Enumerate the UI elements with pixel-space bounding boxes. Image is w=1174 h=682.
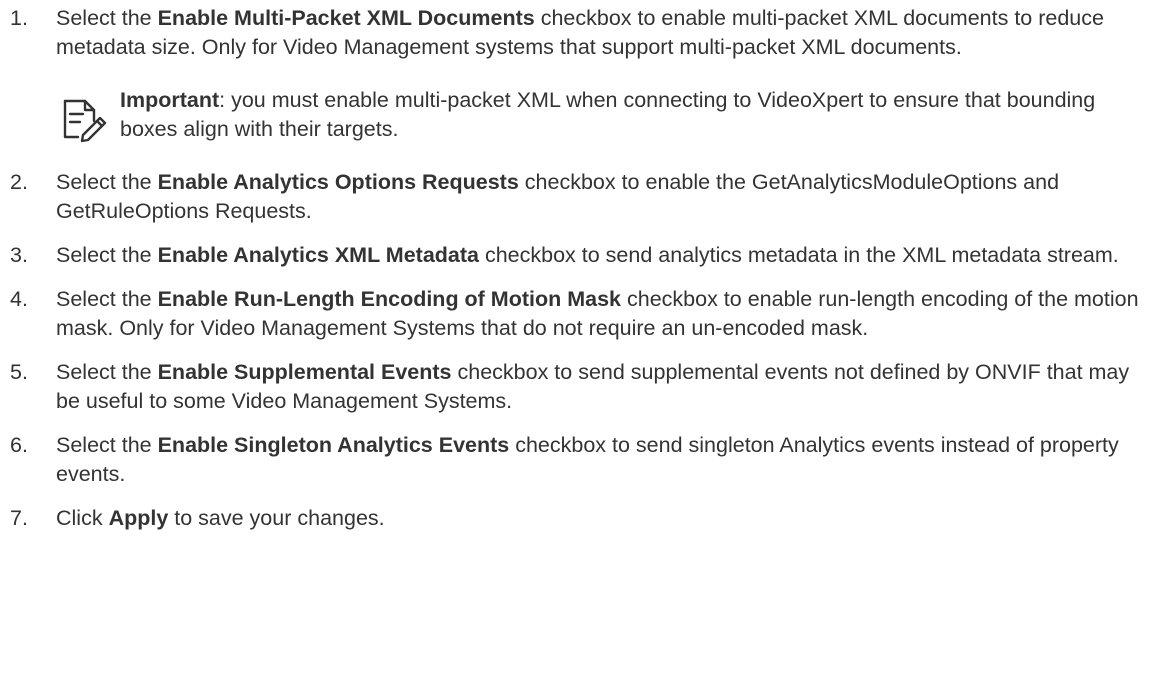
step-option-name: Apply — [108, 506, 169, 530]
step-option-name: Enable Singleton Analytics Events — [157, 433, 510, 457]
step-7: 7. Click Apply to save your changes. — [0, 504, 1150, 533]
step-number: 4. — [10, 287, 28, 311]
step-option-name: Enable Multi-Packet XML Documents — [157, 6, 535, 30]
step-text-rest: checkbox to send analytics metadata in t… — [479, 243, 1119, 267]
step-option-name: Enable Analytics XML Metadata — [157, 243, 479, 267]
step-5: 5. Select the Enable Supplemental Events … — [0, 358, 1150, 416]
step-2: 2. Select the Enable Analytics Options Re… — [0, 168, 1150, 226]
step-number: 3. — [10, 243, 28, 267]
step-3: 3. Select the Enable Analytics XML Metada… — [0, 241, 1150, 270]
step-text-lead: Select the — [56, 433, 158, 457]
note-label: Important — [120, 88, 220, 112]
notepad-pencil-icon — [63, 99, 107, 143]
note-text: : you must enable multi-packet XML when … — [120, 88, 1096, 141]
step-text-lead: Select the — [56, 360, 158, 384]
step-number: 7. — [10, 506, 28, 530]
step-option-name: Enable Run-Length Encoding of Motion Mas… — [157, 287, 622, 311]
step-4: 4. Select the Enable Run-Length Encoding … — [0, 285, 1150, 343]
step-text-lead: Select the — [56, 287, 158, 311]
step-text-lead: Select the — [56, 243, 158, 267]
document-page: 1. Select the Enable Multi-Packet XML Doc… — [0, 0, 1174, 682]
step-text-rest: to save your changes. — [168, 506, 385, 530]
step-text-lead: Select the — [56, 6, 158, 30]
step-text-lead: Click — [56, 506, 109, 530]
step-text-lead: Select the — [56, 170, 158, 194]
step-number: 6. — [10, 433, 28, 457]
step-option-name: Enable Analytics Options Requests — [157, 170, 519, 194]
step-number: 2. — [10, 170, 28, 194]
step-option-name: Enable Supplemental Events — [157, 360, 452, 384]
step-number: 1. — [10, 6, 28, 30]
step-6: 6. Select the Enable Singleton Analytics … — [0, 431, 1150, 489]
important-note: Important: you must enable multi-packet … — [56, 86, 1150, 144]
step-1: 1. Select the Enable Multi-Packet XML Doc… — [0, 4, 1150, 62]
step-number: 5. — [10, 360, 28, 384]
